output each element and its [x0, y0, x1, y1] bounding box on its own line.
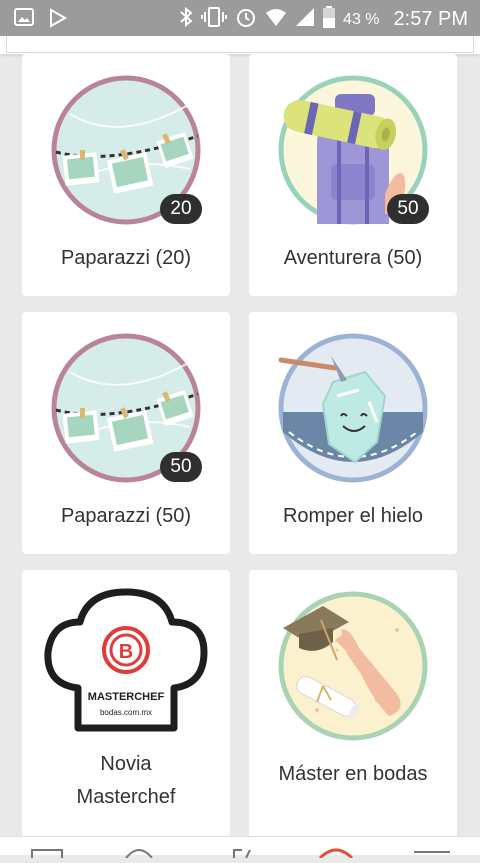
badge-card-master-en-bodas[interactable]: Máster en bodas	[249, 570, 457, 840]
play-store-icon	[48, 8, 68, 33]
alarm-icon	[235, 6, 257, 33]
badge-count: 50	[387, 194, 429, 224]
battery-icon	[323, 6, 336, 33]
battery-percentage: 43 %	[343, 10, 380, 28]
header-strip	[0, 36, 480, 55]
badge-count: 50	[160, 452, 202, 482]
signal-icon	[295, 7, 315, 32]
badge-card-paparazzi-20[interactable]: 20 Paparazzi (20)	[22, 54, 230, 296]
badge-label-line2: Masterchef	[76, 786, 176, 808]
badge-count: 20	[160, 194, 202, 224]
backpack-badge-icon: 50	[277, 74, 429, 226]
ice-breaker-badge-icon	[277, 332, 429, 484]
badge-card-paparazzi-50[interactable]: 50 Paparazzi (50)	[22, 312, 230, 554]
badge-card-novia-masterchef[interactable]: B MASTERCHEF bodas.com.mx Novia Masterch…	[22, 570, 230, 840]
status-bar: 43 % 2:57 PM	[0, 0, 480, 36]
image-icon	[14, 8, 34, 33]
messages-icon[interactable]	[30, 845, 64, 863]
masterchef-logo-text: MASTERCHEF	[88, 691, 165, 703]
masterchef-logo-subtext: bodas.com.mx	[100, 708, 152, 717]
photo-clothesline-badge-icon: 50	[50, 332, 202, 484]
bottom-navigation	[0, 836, 480, 860]
badge-label: Paparazzi (50)	[60, 505, 192, 527]
badge-card-romper-el-hielo[interactable]: Romper el hielo	[249, 312, 457, 554]
badge-card-aventurera-50[interactable]: 50 Aventurera (50)	[249, 54, 457, 296]
badge-label: Romper el hielo	[282, 505, 424, 527]
badge-label: Aventurera (50)	[283, 247, 423, 269]
chat-icon[interactable]	[124, 845, 154, 863]
wifi-icon	[265, 7, 287, 32]
bluetooth-icon	[179, 6, 193, 33]
badge-label-line1: Novia	[100, 753, 152, 775]
menu-icon[interactable]	[412, 845, 452, 863]
svg-text:B: B	[119, 641, 133, 663]
graduation-badge-icon	[277, 590, 429, 742]
badge-label: Paparazzi (20)	[60, 247, 192, 269]
masterchef-badge-icon: B MASTERCHEF bodas.com.mx	[44, 588, 208, 738]
profile-icon[interactable]	[318, 845, 354, 863]
tools-icon[interactable]	[230, 845, 254, 863]
clock: 2:57 PM	[393, 8, 468, 30]
vibrate-icon	[201, 7, 228, 32]
photo-clothesline-badge-icon: 20	[50, 74, 202, 226]
badge-label: Máster en bodas	[278, 763, 428, 785]
